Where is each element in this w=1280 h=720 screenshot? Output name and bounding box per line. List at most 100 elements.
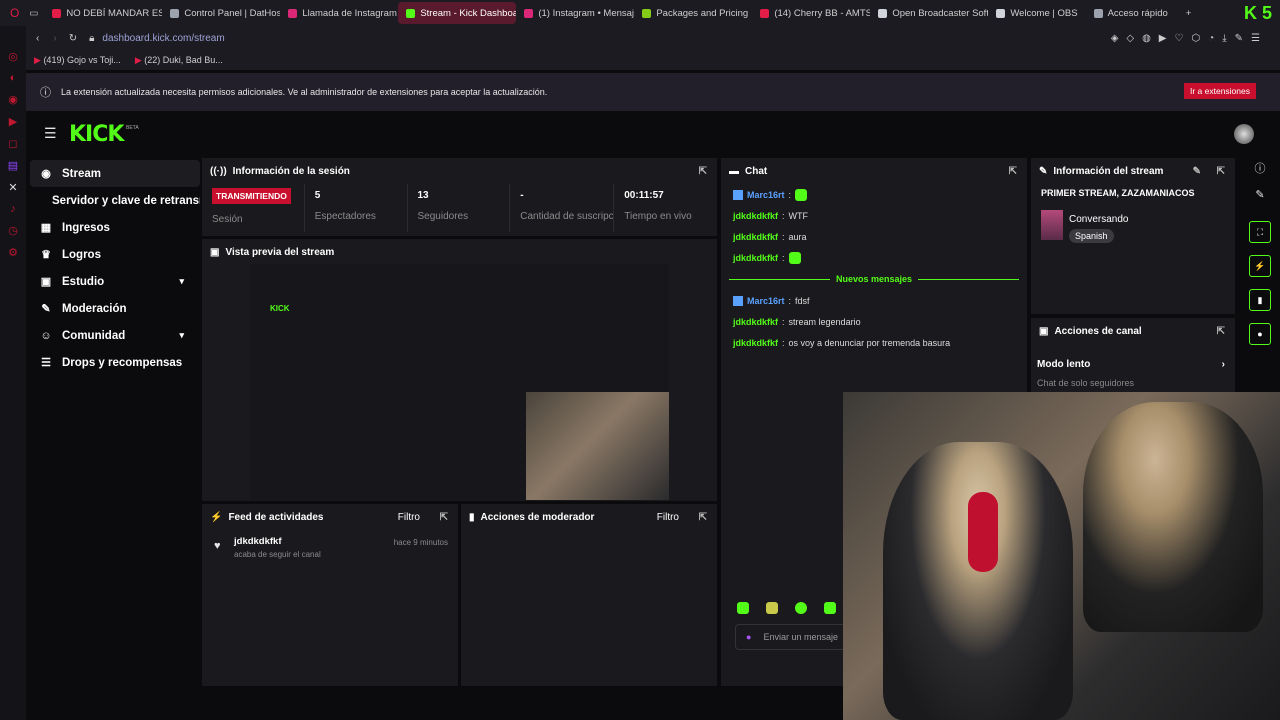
aria-icon[interactable]: ◐ <box>10 72 17 84</box>
opera-logo-icon[interactable]: ◎ <box>8 50 18 63</box>
stream-preview-video[interactable]: KICK <box>250 264 669 500</box>
popout-icon[interactable]: ⇱ <box>699 512 707 523</box>
followers-only-row[interactable]: Chat de solo seguidores <box>1031 378 1235 390</box>
kick-extension-icon[interactable]: K 5 <box>1244 3 1280 24</box>
browser-tab[interactable]: (1) Instagram • Mensajes <box>516 2 634 24</box>
chat-bubble-icon[interactable]: ● <box>1249 323 1271 345</box>
url-field[interactable]: dashboard.kick.com/stream <box>102 33 224 44</box>
emote-icon[interactable] <box>766 602 778 614</box>
verified-badge-icon <box>733 189 743 200</box>
browser-tab-bar: O▭ NO DEBÍ MANDAR ESTE Control Panel | Dat… <box>0 0 1280 26</box>
chat-username[interactable]: jdkdkdkfkf <box>733 338 778 348</box>
reload-icon[interactable]: ↻ <box>69 33 77 44</box>
edit-icon[interactable]: ✎ <box>1193 166 1201 177</box>
stream-info-panel: ✎ Información del stream ✎ ⇱ PRIMER STREAM,… <box>1031 158 1235 314</box>
mic-icon[interactable]: ● <box>746 632 751 642</box>
tab-favicon-icon <box>642 8 652 18</box>
emote-icon[interactable] <box>824 602 836 614</box>
opera-menu-icon[interactable]: O <box>0 6 29 20</box>
chat-colon: : <box>788 189 792 200</box>
pencil-icon[interactable]: ✎ <box>1255 188 1264 201</box>
emote-icon[interactable] <box>737 602 749 614</box>
go-to-extensions-button[interactable]: Ir a extensiones <box>1183 83 1256 99</box>
browser-tab[interactable]: Welcome | OBS <box>988 2 1085 24</box>
sidebar-item-1[interactable]: ◉ Stream <box>30 160 200 187</box>
wrench-icon: ✎ <box>1039 165 1048 177</box>
slow-mode-row[interactable]: Modo lento › <box>1031 350 1235 378</box>
filter-button[interactable]: Filtro <box>657 512 679 523</box>
sidebar-item-label: Estudio <box>62 275 105 288</box>
bolt-icon[interactable]: ⚡ <box>1249 255 1271 277</box>
info-icon[interactable]: ⓘ <box>1255 160 1266 176</box>
panel-title: Información de la sesión <box>232 165 350 177</box>
menu-icon[interactable]: ☰ <box>44 125 57 142</box>
category-name: Conversando <box>1069 214 1129 225</box>
stat-label: Seguidores <box>417 211 469 222</box>
browser-tab[interactable]: Packages and Pricing <box>634 2 752 24</box>
bolt-icon: ⚡ <box>210 511 223 523</box>
forward-icon[interactable]: › <box>53 33 56 44</box>
browser-tab[interactable]: NO DEBÍ MANDAR ESTE <box>44 2 162 24</box>
new-tab-icon[interactable]: + <box>1176 8 1202 19</box>
panel-title: Acciones de canal <box>1054 325 1142 337</box>
bookmark-item[interactable]: ▶ (419) Gojo vs Toji... <box>34 55 121 66</box>
instagram-icon[interactable]: ◻ <box>8 137 17 150</box>
panel-title: Feed de actividades <box>228 511 324 523</box>
chevron-down-icon: ▾ <box>179 276 184 286</box>
tab-favicon-icon <box>170 8 180 18</box>
emote-icon[interactable] <box>795 602 807 614</box>
chat-message: jdkdkdkfkf: os voy a denunciar por tremen… <box>721 332 1027 353</box>
capture-icon[interactable]: ⛶ <box>1249 221 1271 243</box>
back-icon[interactable]: ‹ <box>36 33 39 44</box>
x-icon[interactable]: ✕ <box>8 181 17 194</box>
popout-icon[interactable]: ⇱ <box>440 512 448 523</box>
chat-username[interactable]: jdkdkdkfkf <box>733 211 778 221</box>
chat-username[interactable]: Marc16rt <box>747 190 785 200</box>
broadcast-icon: ◉ <box>41 168 51 180</box>
browser-tab[interactable]: Acceso rápido <box>1086 2 1176 24</box>
settings-icon[interactable]: ⚙ <box>8 246 18 259</box>
twitch-icon[interactable]: ▤ <box>8 159 18 172</box>
preview-icon: ▣ <box>210 246 220 258</box>
sidebar-item-8[interactable]: ☰ Drops y recompensas <box>30 349 200 376</box>
chat-username[interactable]: jdkdkdkfkf <box>733 253 778 263</box>
stream-title: PRIMER STREAM, ZAZAMANIACOS <box>1041 188 1195 198</box>
browser-tab[interactable]: Llamada de Instagram <box>280 2 398 24</box>
browser-tab[interactable]: Control Panel | DatHost <box>162 2 280 24</box>
live-status-badge: TRANSMITIENDO <box>212 188 291 204</box>
browser-tab[interactable]: Stream - Kick Dashboard <box>398 2 517 24</box>
tab-label: Acceso rápido <box>1107 7 1168 19</box>
panel-title: Información del stream <box>1053 165 1164 177</box>
filter-button[interactable]: Filtro <box>398 512 420 523</box>
tab-overview-icon[interactable]: ▭ <box>29 8 44 19</box>
chat-username[interactable]: jdkdkdkfkf <box>733 232 778 242</box>
clip-icon[interactable]: ▮ <box>1249 289 1271 311</box>
category-thumbnail <box>1041 210 1063 240</box>
avatar[interactable] <box>1234 124 1254 144</box>
sidebar-item-6[interactable]: ✎ Moderación <box>30 295 200 322</box>
popout-icon[interactable]: ⇱ <box>1217 326 1225 337</box>
sidebar-item-2[interactable]: Servidor y clave de retransmisión <box>30 187 200 214</box>
sidebar-item-4[interactable]: ♛ Logros <box>30 241 200 268</box>
kick-logo[interactable]: KICK <box>69 122 124 147</box>
activity-user[interactable]: jdkdkdkfkf <box>234 536 282 547</box>
music-icon[interactable]: ♪ <box>10 203 16 215</box>
sidebar-item-7[interactable]: ☺ Comunidad ▾ <box>30 322 200 349</box>
popout-icon[interactable]: ⇱ <box>1217 166 1225 177</box>
panel-title: Chat <box>745 165 768 177</box>
popout-icon[interactable]: ⇱ <box>699 166 707 177</box>
history-icon[interactable]: ◷ <box>8 224 18 237</box>
browser-tab[interactable]: Open Broadcaster Software <box>870 2 988 24</box>
popout-icon[interactable]: ⇱ <box>1009 166 1017 177</box>
browser-tab[interactable]: (14) Cherry BB - AMTS <box>752 2 870 24</box>
youtube-icon[interactable]: ▶ <box>9 115 17 128</box>
chat-username[interactable]: jdkdkdkfkf <box>733 317 778 327</box>
bag-icon[interactable]: ◉ <box>8 93 18 106</box>
verified-badge-icon <box>733 295 743 306</box>
chat-username[interactable]: Marc16rt <box>747 296 785 306</box>
sidebar-item-3[interactable]: ▦ Ingresos <box>30 214 200 241</box>
bookmark-item[interactable]: ▶ (22) Duki, Bad Bu... <box>135 55 223 66</box>
live-time: 00:11:57 <box>624 190 664 201</box>
sidebar-item-5[interactable]: ▣ Estudio ▾ <box>30 268 200 295</box>
session-info-panel: ((·)) Información de la sesión ⇱ TRANSMITI… <box>202 158 717 236</box>
